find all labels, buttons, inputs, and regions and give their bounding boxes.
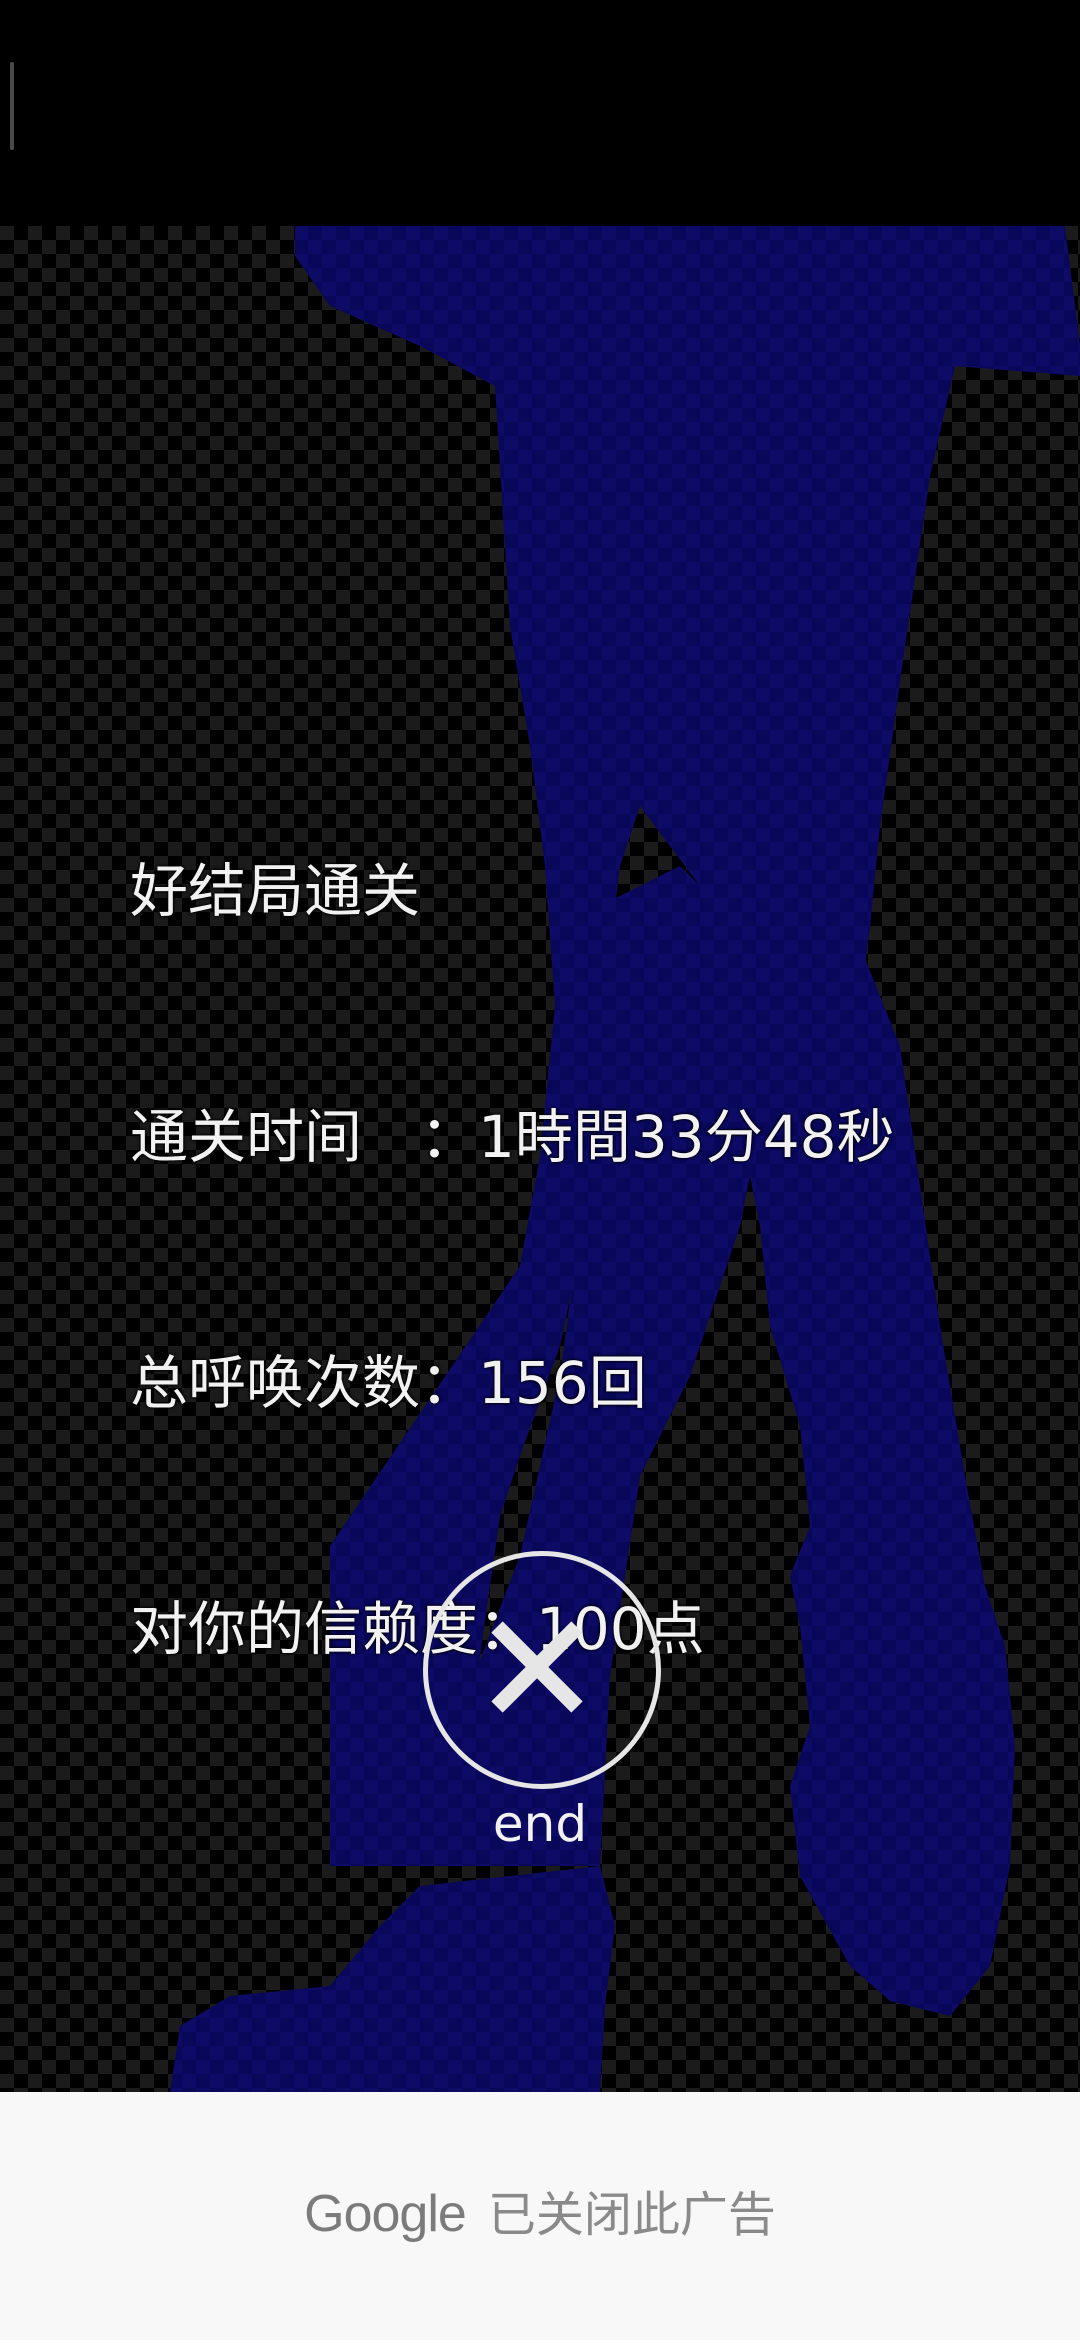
close-icon (491, 1621, 583, 1713)
ad-banner: Google 已关闭此广告 (0, 2092, 1080, 2340)
edge-handle (10, 62, 14, 150)
top-bar (0, 0, 1080, 226)
game-screen: 好结局通关 通关时间 ：1時間33分48秒 总呼唤次数：156回 对你的信赖度：… (0, 0, 1080, 2340)
ad-content: Google 已关闭此广告 (0, 2182, 1080, 2247)
call-count-text: 总呼唤次数：156回 (130, 1349, 647, 1417)
game-area: 好结局通关 通关时间 ：1時間33分48秒 总呼唤次数：156回 对你的信赖度：… (0, 226, 1080, 2092)
ending-title: 好结局通关 (130, 857, 421, 925)
end-button-label: end (492, 1795, 588, 1853)
clear-time-text: 通关时间 ：1時間33分48秒 (130, 1103, 895, 1171)
ad-closed-message: 已关闭此广告 (487, 2187, 776, 2243)
google-logo: Google (304, 2185, 467, 2243)
end-button[interactable]: end (420, 1548, 661, 1864)
